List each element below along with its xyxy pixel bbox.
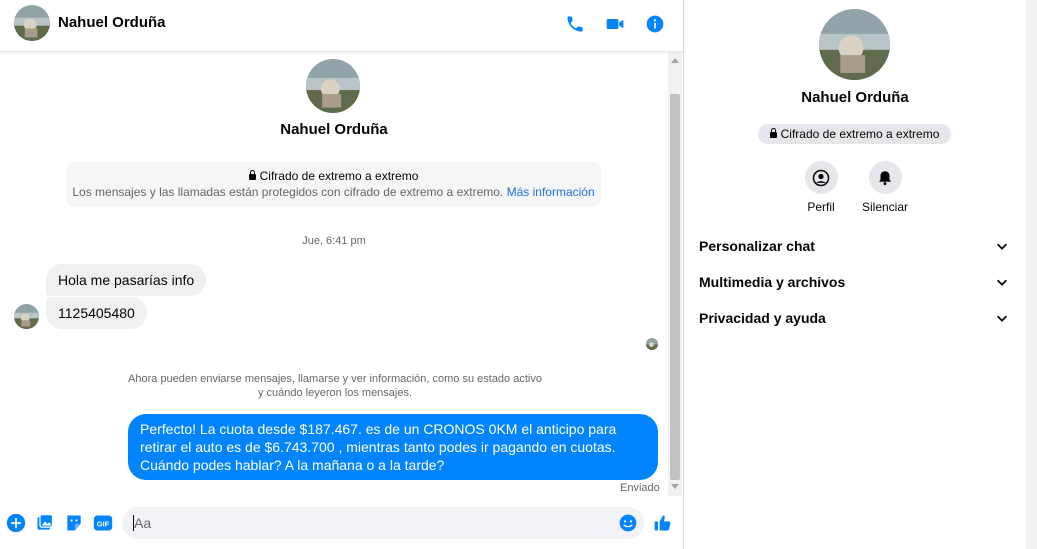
chevron-down-icon	[997, 315, 1007, 322]
svg-text:GIF: GIF	[97, 519, 110, 528]
section-customize-chat[interactable]: Personalizar chat	[699, 235, 1011, 259]
avatar[interactable]	[14, 304, 39, 329]
avatar[interactable]	[14, 5, 50, 41]
emoji-icon[interactable]	[618, 513, 638, 533]
chevron-down-icon	[997, 279, 1007, 286]
bell-icon[interactable]	[868, 161, 902, 194]
seen-avatar	[646, 338, 658, 350]
section-media-files[interactable]: Multimedia y archivos	[699, 271, 1011, 295]
add-icon[interactable]	[6, 513, 26, 533]
message-input[interactable]	[122, 507, 644, 539]
sent-status: Enviado	[620, 482, 660, 494]
scrollbar[interactable]	[668, 52, 682, 496]
like-icon[interactable]	[653, 513, 673, 533]
sticker-icon[interactable]	[64, 513, 84, 533]
video-camera-icon[interactable]	[603, 12, 627, 36]
composer: GIF	[0, 496, 683, 549]
mute-label: Silenciar	[861, 200, 909, 214]
conversation-info-panel: Nahuel Orduña Cifrado de extremo a extre…	[684, 0, 1026, 549]
lock-icon	[248, 170, 256, 180]
phone-icon[interactable]	[563, 12, 587, 36]
gif-icon[interactable]: GIF	[93, 513, 113, 533]
profile-icon[interactable]	[804, 161, 838, 194]
encryption-description: Los mensajes y las llamadas están proteg…	[72, 185, 504, 199]
chat-header: Nahuel Orduña	[0, 0, 683, 52]
chevron-down-icon	[997, 243, 1007, 250]
status-note: Ahora pueden enviarse mensajes, llamarse…	[128, 373, 542, 399]
encryption-title: Cifrado de extremo a extremo	[259, 169, 419, 183]
avatar[interactable]	[819, 9, 890, 80]
scrollbar-thumb[interactable]	[670, 94, 680, 480]
encryption-pill[interactable]: Cifrado de extremo a extremo	[758, 124, 951, 144]
lock-icon	[769, 128, 777, 138]
photo-icon[interactable]	[35, 513, 55, 533]
avatar[interactable]	[306, 59, 360, 113]
more-info-link[interactable]: Más información	[507, 185, 595, 199]
contact-name: Nahuel Orduña	[801, 89, 909, 106]
profile-button[interactable]: Perfil	[791, 161, 851, 214]
info-icon[interactable]	[643, 12, 667, 36]
timestamp: Jue, 6:41 pm	[302, 235, 366, 247]
message-list[interactable]: Nahuel Orduña Cifrado de extremo a extre…	[0, 52, 668, 496]
text-caret	[133, 515, 134, 531]
profile-label: Perfil	[807, 200, 835, 214]
scroll-up-arrow-icon[interactable]	[671, 58, 679, 63]
mute-button[interactable]: Silenciar	[855, 161, 915, 214]
encryption-notice: Cifrado de extremo a extremo Los mensaje…	[66, 162, 601, 207]
scroll-down-arrow-icon[interactable]	[671, 484, 679, 489]
outgoing-message[interactable]: Perfecto! La cuota desde $187.467. es de…	[128, 414, 658, 480]
contact-name[interactable]: Nahuel Orduña	[58, 14, 166, 31]
section-privacy-help[interactable]: Privacidad y ayuda	[699, 307, 1011, 331]
info-panel-scrollbar[interactable]	[1026, 0, 1037, 549]
chat-pane: Nahuel Orduña Nahuel Orduña Cifrado de e…	[0, 0, 684, 549]
contact-name: Nahuel Orduña	[280, 121, 388, 138]
incoming-message[interactable]: Hola me pasarías info	[46, 264, 207, 296]
incoming-message[interactable]: 1125405480	[46, 297, 147, 329]
